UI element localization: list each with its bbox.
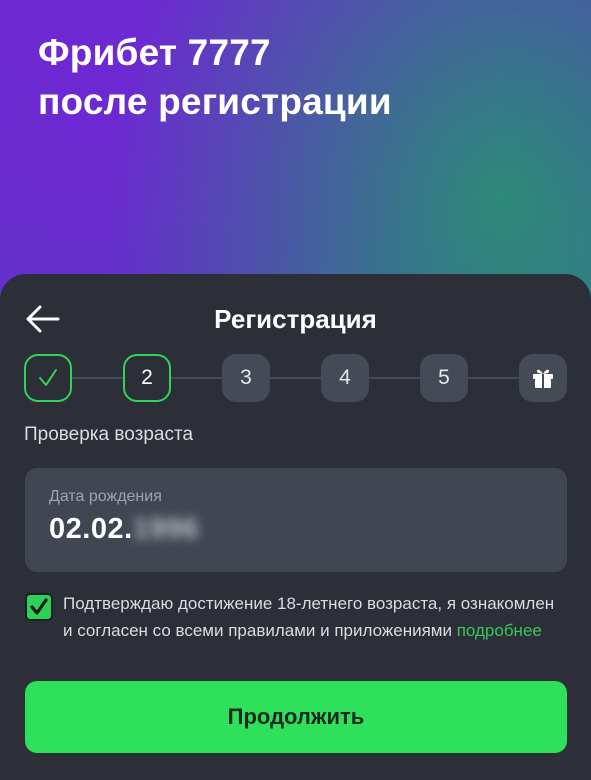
- step-4: 4: [321, 354, 369, 402]
- consent-more-link[interactable]: подробнее: [457, 621, 542, 640]
- sheet-header: Регистрация: [0, 296, 591, 342]
- step-progress: 2 3 4 5: [24, 354, 568, 402]
- promo-title-line1: Фрибет 7777: [38, 32, 271, 73]
- step-2-active: 2: [123, 354, 171, 402]
- step-bonus: [519, 354, 567, 402]
- step-connector: [270, 377, 321, 379]
- birth-date-label: Дата рождения: [49, 488, 162, 505]
- step-5: 5: [420, 354, 468, 402]
- birth-date-field[interactable]: Дата рождения 02.02.1996: [25, 468, 567, 572]
- check-icon: [39, 369, 57, 386]
- step-connector: [72, 377, 123, 379]
- check-icon: [30, 598, 48, 615]
- birth-date-obscured: 1996: [132, 513, 200, 545]
- registration-sheet: Регистрация 2 3 4 5 Проверка возраста Да…: [0, 274, 591, 780]
- consent-text: Подтверждаю достижение 18-летнего возрас…: [63, 590, 563, 644]
- step-connector: [369, 377, 420, 379]
- promo-title-line2: после регистрации: [38, 81, 392, 122]
- step-3: 3: [222, 354, 270, 402]
- step-connector: [171, 377, 222, 379]
- birth-date-value[interactable]: 02.02.1996: [49, 513, 199, 546]
- gift-icon: [533, 369, 553, 388]
- page-title: Регистрация: [214, 304, 377, 334]
- promo-title: Фрибет 7777 после регистрации: [38, 28, 558, 126]
- step-connector: [468, 377, 519, 379]
- birth-date-visible: 02.02.: [49, 513, 133, 545]
- age-check-label: Проверка возраста: [24, 424, 194, 445]
- step-1-done: [24, 354, 72, 402]
- consent-checkbox[interactable]: [25, 593, 53, 621]
- registration-screen: Фрибет 7777 после регистрации Регистраци…: [0, 0, 591, 780]
- continue-button[interactable]: Продолжить: [25, 681, 567, 753]
